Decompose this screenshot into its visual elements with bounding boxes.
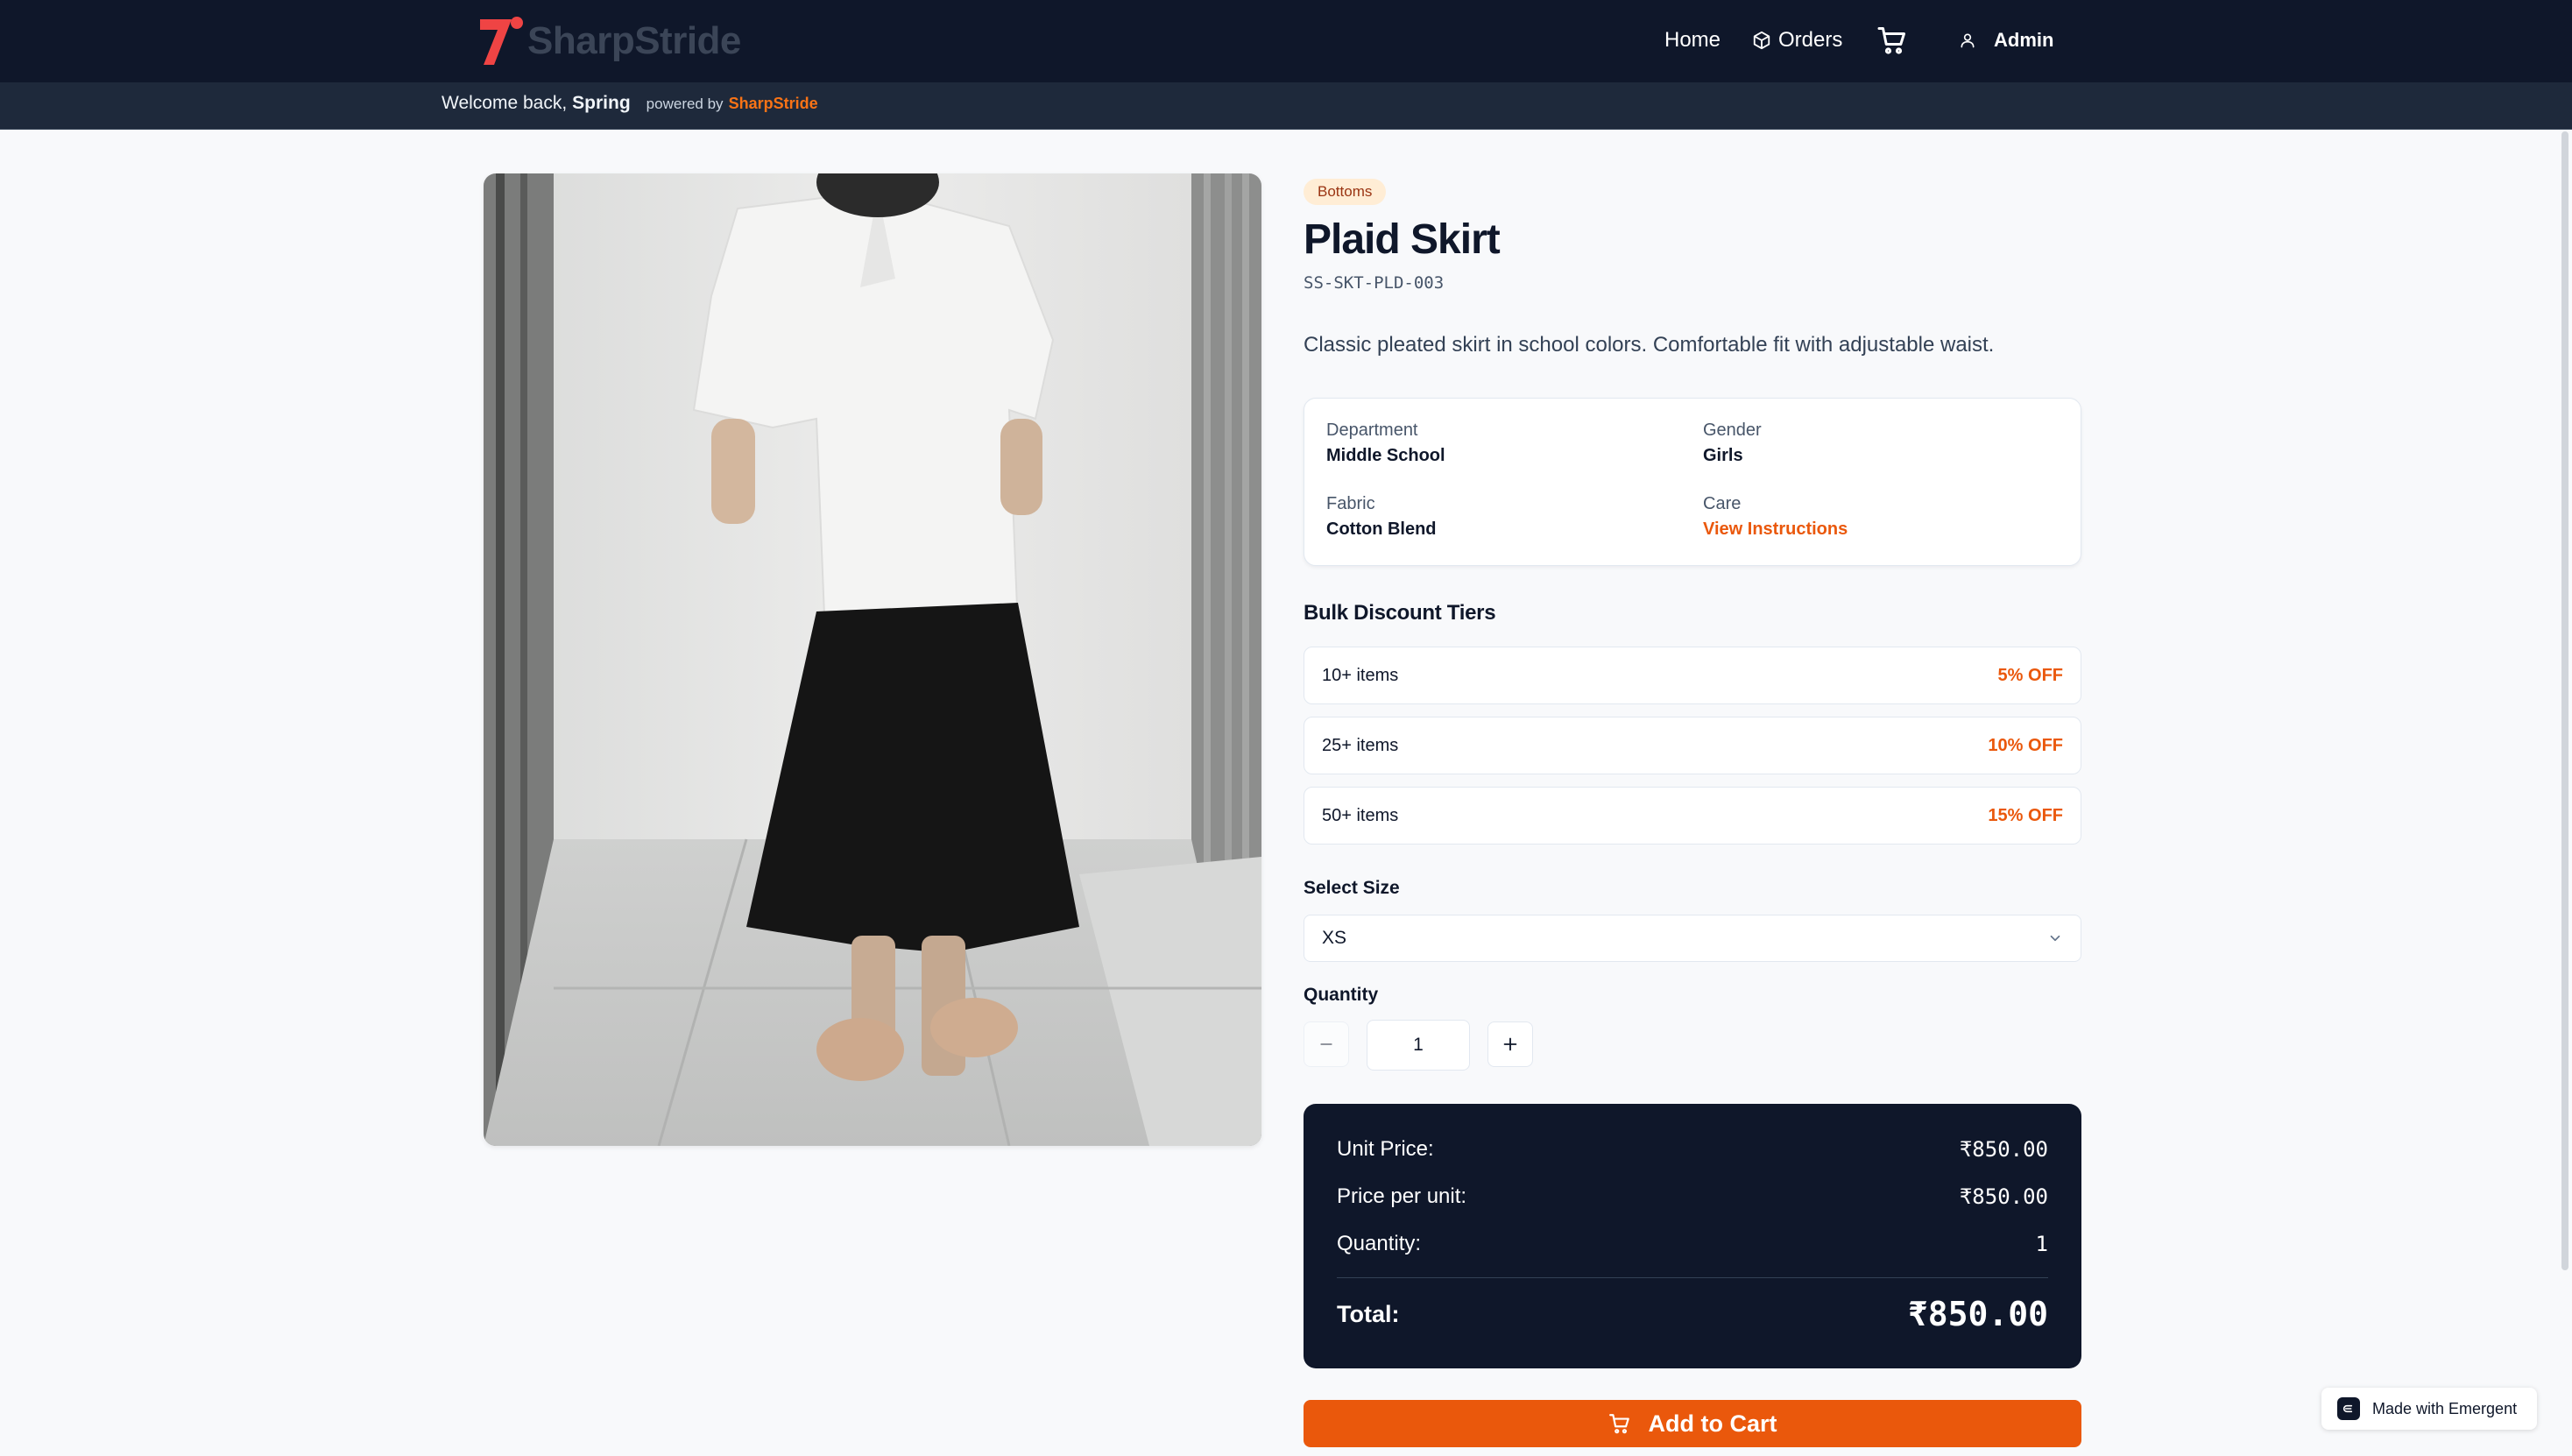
detail-department-value: Middle School (1326, 446, 1445, 465)
minus-icon (1320, 1043, 1332, 1045)
summary-quantity: Quantity: 1 (1337, 1232, 2048, 1256)
product-title: Plaid Skirt (1304, 216, 1501, 263)
tier-discount: 5% OFF (1997, 665, 2063, 685)
quantity-decrease-button[interactable] (1304, 1021, 1349, 1067)
price-per-unit-value: ₹850.00 (1959, 1184, 2048, 1209)
detail-fabric: Fabric Cotton Blend (1326, 494, 1437, 540)
cart-icon (1608, 1414, 1629, 1434)
product-photo (484, 173, 1261, 1146)
nav-orders[interactable]: Orders (1752, 21, 1842, 60)
add-to-cart-label: Add to Cart (1648, 1410, 1777, 1437)
top-navbar: SharpStride Home Orders Admin (0, 0, 2572, 82)
user-icon (1961, 33, 1975, 48)
welcome-user-name: Spring (572, 93, 631, 113)
cart-icon (1877, 27, 1905, 54)
size-label: Select Size (1304, 878, 1400, 898)
tier-discount: 15% OFF (1988, 805, 2063, 825)
category-badge: Bottoms (1304, 179, 1387, 205)
powered-by-brand: SharpStride (728, 95, 818, 112)
detail-gender-label: Gender (1703, 421, 1762, 440)
unit-price-label: Unit Price: (1337, 1137, 1434, 1161)
made-with-label: Made with Emergent (2372, 1399, 2518, 1417)
detail-gender: Gender Girls (1703, 421, 1762, 466)
brand-name: SharpStride (527, 19, 741, 62)
price-summary: Unit Price: ₹850.00 Price per unit: ₹850… (1304, 1104, 2081, 1368)
plus-icon (1503, 1037, 1517, 1051)
detail-care-label: Care (1703, 494, 1742, 513)
welcome-bar (0, 82, 2572, 130)
discount-tier: 25+ items 10% OFF (1304, 717, 2081, 774)
tier-quantity: 50+ items (1322, 805, 1399, 825)
discount-tier: 10+ items 5% OFF (1304, 647, 2081, 704)
detail-department: Department Middle School (1326, 421, 1445, 466)
product-details-card: Department Middle School Gender Girls Fa… (1304, 398, 2081, 566)
discount-tier: 50+ items 15% OFF (1304, 787, 2081, 845)
discount-tiers-title: Bulk Discount Tiers (1304, 601, 1496, 625)
nav-orders-label: Orders (1778, 28, 1843, 52)
emergent-icon (2337, 1397, 2360, 1420)
welcome-message: Welcome back, Spring powered by SharpStr… (442, 93, 818, 119)
package-icon (1753, 31, 1770, 50)
detail-department-label: Department (1326, 421, 1418, 440)
nav-home[interactable]: Home (1664, 21, 1721, 60)
quantity-increase-button[interactable] (1487, 1021, 1533, 1067)
chevron-down-icon (2050, 935, 2060, 942)
care-instructions-link[interactable]: View Instructions (1703, 519, 1848, 540)
product-image (484, 173, 1261, 1146)
detail-fabric-value: Cotton Blend (1326, 519, 1437, 539)
summary-divider (1337, 1277, 2048, 1278)
page-scrollbar[interactable] (2561, 131, 2568, 1270)
total-value: ₹850.00 (1907, 1295, 2048, 1333)
size-selected-value: XS (1322, 928, 1347, 948)
summary-quantity-value: 1 (2035, 1232, 2048, 1256)
welcome-prefix: Welcome back, (442, 93, 568, 113)
product-sku: SS-SKT-PLD-003 (1304, 273, 1445, 293)
powered-by-label: powered by (646, 95, 724, 112)
size-select[interactable]: XS (1304, 915, 2081, 962)
nav-home-label: Home (1664, 28, 1721, 52)
tier-quantity: 10+ items (1322, 665, 1399, 685)
quantity-label: Quantity (1304, 985, 1379, 1005)
brand-logo[interactable]: SharpStride (478, 16, 741, 67)
tier-discount: 10% OFF (1988, 735, 2063, 755)
nav-cart[interactable] (1876, 21, 1908, 60)
price-per-unit-label: Price per unit: (1337, 1184, 1467, 1208)
detail-gender-value: Girls (1703, 446, 1743, 465)
summary-total: Total: ₹850.00 (1337, 1295, 2048, 1333)
summary-unit-price: Unit Price: ₹850.00 (1337, 1137, 2048, 1162)
add-to-cart-button[interactable]: Add to Cart (1304, 1400, 2081, 1447)
product-description: Classic pleated skirt in school colors. … (1304, 333, 1995, 357)
made-with-emergent-badge[interactable]: Made with Emergent (2321, 1388, 2537, 1430)
total-label: Total: (1337, 1300, 1400, 1327)
tier-quantity: 25+ items (1322, 735, 1399, 755)
unit-price-value: ₹850.00 (1959, 1137, 2048, 1162)
quantity-input[interactable] (1367, 1020, 1470, 1071)
nav-admin-label: Admin (1994, 29, 2054, 51)
summary-price-per-unit: Price per unit: ₹850.00 (1337, 1184, 2048, 1209)
logo-mark-icon (480, 17, 523, 65)
detail-fabric-label: Fabric (1326, 494, 1375, 513)
summary-quantity-label: Quantity: (1337, 1232, 1422, 1255)
detail-care: Care View Instructions (1703, 494, 1848, 540)
nav-admin[interactable]: Admin (1959, 21, 2053, 60)
